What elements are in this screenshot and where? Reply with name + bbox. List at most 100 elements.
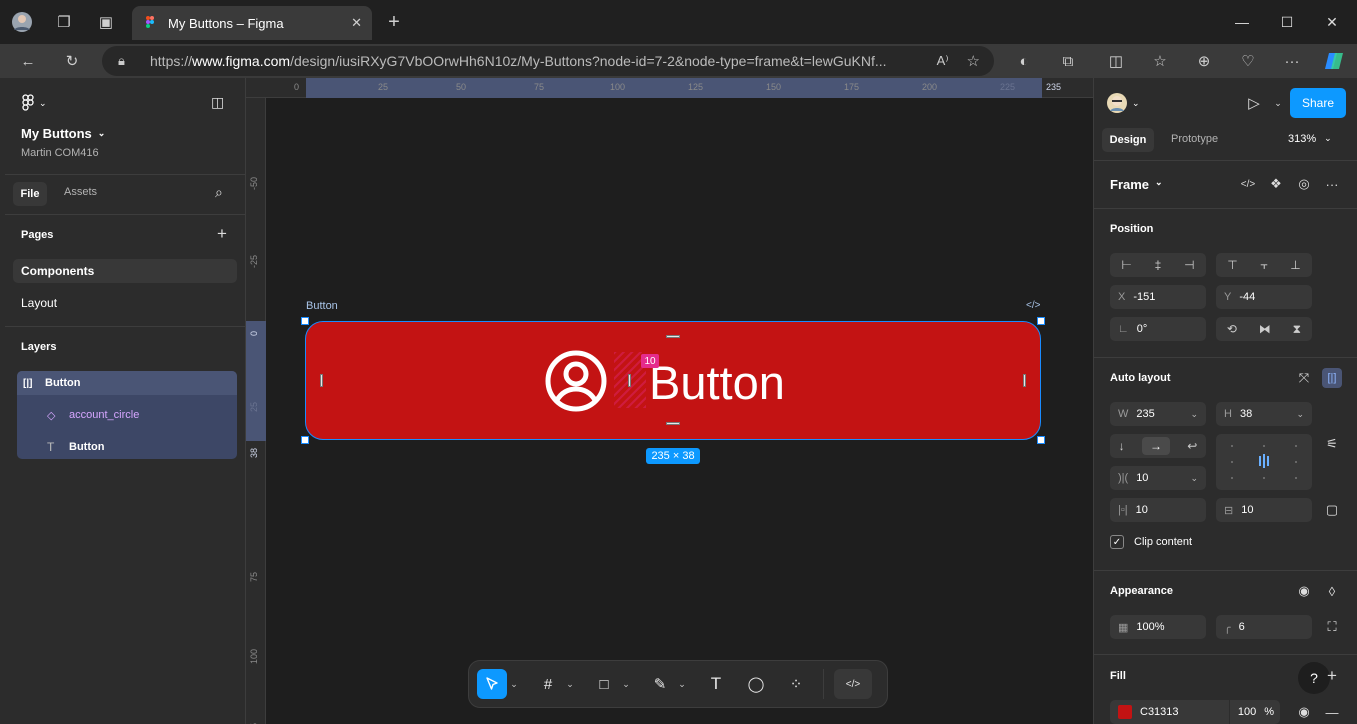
align-bottom-icon[interactable]: ⊥ [1290, 258, 1300, 272]
extensions-puzzle-icon[interactable]: ⧉ [1056, 49, 1080, 73]
y-field[interactable]: Y -44 [1216, 285, 1312, 309]
maximize-icon[interactable]: ☐ [1275, 10, 1299, 34]
canvas[interactable]: 0 25 50 75 100 125 150 175 200 225 235 -… [246, 78, 1093, 724]
fill-swatch[interactable] [1118, 705, 1132, 719]
more-options-icon[interactable]: ··· [1322, 174, 1342, 194]
width-field[interactable]: W 235 ⌄ [1110, 402, 1206, 426]
chevron-down-icon[interactable]: ⌄ [507, 679, 521, 690]
direction-wrap-icon[interactable]: ↩ [1187, 439, 1197, 453]
collections-icon[interactable]: ⊕ [1192, 49, 1216, 73]
page-item-components[interactable]: Components [13, 259, 237, 283]
component-icon[interactable]: ❖ [1266, 174, 1286, 194]
actions-tool-icon[interactable]: ⁘ [781, 669, 811, 699]
tab-assets[interactable]: Assets [64, 186, 97, 198]
dev-mode-toggle-icon[interactable]: </> [834, 669, 872, 699]
align-right-icon[interactable]: ⊣ [1184, 258, 1194, 272]
refresh-icon[interactable]: ↻ [60, 49, 84, 73]
blend-mode-drop-icon[interactable]: ◊ [1322, 581, 1342, 601]
gap-field[interactable]: )|( 10 ⌄ [1110, 466, 1206, 490]
frame-name-label[interactable]: Button [306, 300, 338, 312]
advanced-layout-settings-icon[interactable]: ⚟ [1322, 434, 1342, 454]
tab-design[interactable]: Design [1102, 128, 1154, 152]
tab-actions-icon[interactable]: ▣ [94, 10, 118, 34]
remove-fill-icon[interactable]: — [1322, 702, 1342, 722]
comment-tool-icon[interactable]: ◯ [741, 669, 771, 699]
flip-vertical-icon[interactable]: ⧗ [1293, 322, 1301, 337]
boolean-icon[interactable]: ◎ [1294, 174, 1314, 194]
tab-prototype[interactable]: Prototype [1171, 133, 1218, 145]
chevron-down-icon[interactable]: ⌄ [675, 679, 689, 690]
window-close-icon[interactable]: ✕ [1320, 10, 1344, 34]
individual-padding-icon[interactable]: ▢ [1322, 500, 1342, 520]
align-left-icon[interactable]: ⊢ [1121, 258, 1131, 272]
fill-opacity[interactable]: 100 % [1228, 700, 1280, 724]
chevron-down-icon[interactable]: ⌄ [1268, 93, 1288, 113]
favorite-star-icon[interactable]: ☆ [967, 52, 980, 70]
new-tab-icon[interactable]: + [382, 10, 406, 34]
alignment-grid[interactable] [1216, 434, 1312, 490]
height-field[interactable]: H 38 ⌄ [1216, 402, 1312, 426]
rectangle-tool-icon[interactable]: □ [589, 669, 619, 699]
align-top-icon[interactable]: ⊤ [1227, 258, 1237, 272]
rotation-field[interactable]: ∟ 0° [1110, 317, 1206, 341]
padding-handle-left[interactable] [320, 374, 323, 387]
add-fill-icon[interactable]: + [1322, 666, 1342, 686]
rotate-icon[interactable]: ⟲ [1227, 322, 1237, 336]
favorites-icon[interactable]: ☆ [1148, 49, 1172, 73]
zoom-control[interactable]: 313% ⌄ [1288, 133, 1332, 145]
align-center-h-icon[interactable]: ‡ [1155, 258, 1162, 272]
padding-handle-top[interactable] [666, 335, 680, 338]
fill-visibility-eye-icon[interactable]: ◉ [1294, 702, 1314, 722]
user-menu[interactable]: ⌄ [1106, 92, 1140, 114]
resize-handle-top-left[interactable] [301, 317, 309, 325]
auto-layout-toggle-icon[interactable]: [|] [1322, 368, 1342, 388]
health-icon[interactable]: ♡ [1236, 49, 1260, 73]
present-play-icon[interactable]: ▷ [1244, 93, 1264, 113]
clip-content-checkbox[interactable]: ✓ [1110, 535, 1124, 549]
panel-toggle-icon[interactable]: ◫ [211, 94, 224, 111]
resize-handle-bottom-right[interactable] [1037, 436, 1045, 444]
resize-handle-top-right[interactable] [1037, 317, 1045, 325]
direction-vertical-icon[interactable]: ↓ [1119, 439, 1125, 453]
address-bar[interactable]: 🔒︎ https://www.figma.com/design/iusiRXyG… [102, 46, 994, 76]
padding-handle-bottom[interactable] [666, 422, 680, 425]
share-button[interactable]: Share [1290, 88, 1346, 118]
layer-item-account-circle[interactable]: ◇ account_circle [17, 400, 237, 430]
browser-tab[interactable]: My Buttons – Figma ✕ [132, 6, 372, 40]
dev-mode-code-icon[interactable]: </> [1026, 300, 1040, 311]
collapse-auto-layout-icon[interactable]: ⤧ [1294, 368, 1314, 388]
resize-handle-bottom-left[interactable] [301, 436, 309, 444]
tab-close-icon[interactable]: ✕ [351, 15, 362, 31]
layer-item-button-text[interactable]: T Button [17, 432, 237, 462]
fill-row[interactable]: C31313 100 % [1110, 700, 1280, 724]
workspaces-icon[interactable]: ❐ [52, 10, 76, 34]
account-circle-icon[interactable] [544, 349, 608, 413]
individual-corners-icon[interactable]: ⛶ [1322, 617, 1342, 637]
read-aloud-icon[interactable]: A⁾ [937, 53, 949, 69]
horizontal-padding-field[interactable]: |▫| 10 [1110, 498, 1206, 522]
code-icon[interactable]: </> [1238, 174, 1258, 194]
button-text[interactable]: Button [649, 355, 785, 410]
profile-avatar-icon[interactable] [10, 10, 34, 34]
chevron-down-icon[interactable]: ⌄ [563, 679, 577, 690]
align-middle-icon[interactable]: ⫟ [1260, 258, 1267, 273]
add-page-icon[interactable]: + [217, 224, 227, 244]
vertical-padding-field[interactable]: ⊟ 10 [1216, 498, 1312, 522]
clip-content-row[interactable]: ✓ Clip content [1110, 535, 1192, 549]
visibility-eye-icon[interactable]: ◉ [1294, 581, 1314, 601]
move-tool-icon[interactable] [477, 669, 507, 699]
minimize-icon[interactable]: — [1230, 10, 1254, 34]
opacity-field[interactable]: ▦ 100% [1110, 615, 1206, 639]
chevron-down-icon[interactable]: ⌄ [619, 679, 633, 690]
file-name[interactable]: My Buttons ⌄ [21, 126, 105, 141]
direction-horizontal-icon[interactable]: → [1141, 437, 1170, 455]
x-field[interactable]: X -151 [1110, 285, 1206, 309]
back-icon[interactable]: ← [16, 49, 40, 73]
tab-file[interactable]: File [13, 182, 47, 206]
padding-handle-right[interactable] [1023, 374, 1026, 387]
pen-tool-icon[interactable]: ✎ [645, 669, 675, 699]
search-icon[interactable]: ⌕ [215, 184, 223, 201]
layer-item-button-frame[interactable]: [|] Button [17, 368, 237, 398]
extension-icon[interactable]: ◐ [1012, 49, 1036, 73]
text-tool-icon[interactable]: T [701, 669, 731, 699]
